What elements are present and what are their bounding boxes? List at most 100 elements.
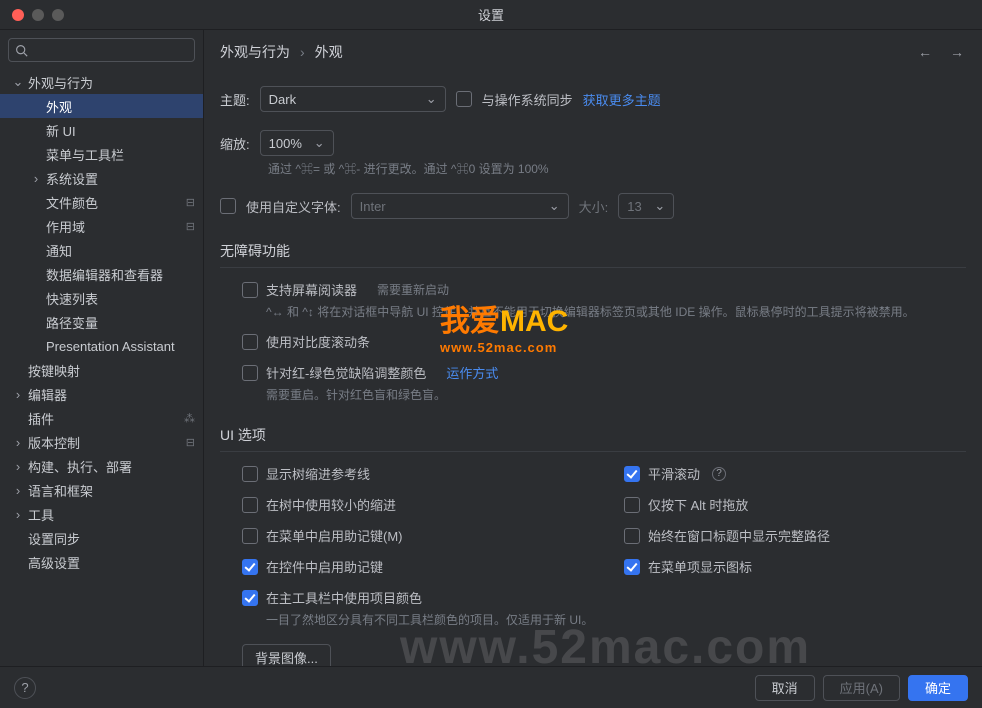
- sidebar-item[interactable]: ›系统设置: [0, 166, 203, 190]
- sidebar-item[interactable]: 菜单与工具栏: [0, 142, 203, 166]
- option-label: 在控件中启用助记键: [266, 557, 383, 576]
- screen-reader-checkbox[interactable]: [242, 282, 258, 298]
- sidebar-item[interactable]: ›工具: [0, 502, 203, 526]
- sidebar-item[interactable]: 文件颜色 ⊟: [0, 190, 203, 214]
- sidebar-item[interactable]: Presentation Assistant: [0, 334, 203, 358]
- font-size-select[interactable]: 13 ⌄: [618, 193, 674, 219]
- sidebar-item[interactable]: 通知: [0, 238, 203, 262]
- option-checkbox[interactable]: [242, 559, 258, 575]
- custom-font-checkbox[interactable]: [220, 198, 236, 214]
- option-checkbox[interactable]: [624, 528, 640, 544]
- how-it-works-link[interactable]: 运作方式: [446, 363, 498, 382]
- screen-reader-restart-hint: 需要重新启动: [377, 281, 449, 298]
- option-checkbox[interactable]: [242, 497, 258, 513]
- sidebar-item-label: 编辑器: [28, 385, 67, 404]
- footer: ? 取消 应用(A) 确定: [0, 666, 982, 708]
- sidebar-item[interactable]: ⌄外观与行为: [0, 70, 203, 94]
- option-label: 平滑滚动: [648, 464, 700, 483]
- sidebar-item[interactable]: 设置同步: [0, 526, 203, 550]
- sidebar-item-label: 通知: [46, 241, 72, 260]
- chevron-right-icon: ›: [28, 170, 44, 186]
- search-input[interactable]: [8, 38, 195, 62]
- option-checkbox[interactable]: [242, 590, 258, 606]
- sidebar-item[interactable]: ›版本控制⊟: [0, 430, 203, 454]
- sidebar-item[interactable]: 路径变量: [0, 310, 203, 334]
- chevron-down-icon: ⌄: [426, 91, 437, 107]
- theme-select[interactable]: Dark ⌄: [260, 86, 446, 112]
- sidebar-item-label: 快速列表: [46, 289, 98, 308]
- screen-reader-hint: ^↔ 和 ^↕ 将在对话框中导航 UI 控件，并且不能用于切换编辑器标签页或其他…: [266, 303, 966, 320]
- sidebar-item[interactable]: 按键映射: [0, 358, 203, 382]
- sidebar-item-label: 设置同步: [28, 529, 80, 548]
- sidebar-item[interactable]: 新 UI: [0, 118, 203, 142]
- sidebar-item[interactable]: ›编辑器: [0, 382, 203, 406]
- zoom-label: 缩放:: [220, 134, 250, 153]
- theme-label: 主题:: [220, 90, 250, 109]
- contrast-scroll-label: 使用对比度滚动条: [266, 332, 370, 351]
- sidebar-item[interactable]: 数据编辑器和查看器: [0, 262, 203, 286]
- window-title: 设置: [478, 5, 504, 24]
- breadcrumb: 外观与行为 › 外观 ← →: [204, 30, 982, 74]
- apply-button[interactable]: 应用(A): [823, 675, 900, 701]
- zoom-select[interactable]: 100% ⌄: [260, 130, 334, 156]
- sidebar-item-label: 高级设置: [28, 553, 80, 572]
- background-image-button[interactable]: 背景图像...: [242, 644, 331, 666]
- search-icon: [15, 44, 28, 57]
- cancel-button[interactable]: 取消: [755, 675, 815, 701]
- sidebar-item-label: 数据编辑器和查看器: [46, 265, 163, 284]
- option-checkbox[interactable]: [624, 497, 640, 513]
- option-label: 在菜单项显示图标: [648, 557, 752, 576]
- breadcrumb-sep: ›: [300, 44, 305, 60]
- option-label: 显示树缩进参考线: [266, 464, 370, 483]
- sidebar-item[interactable]: ›构建、执行、部署: [0, 454, 203, 478]
- minimize-window-button[interactable]: [32, 9, 44, 21]
- chevron-right-icon: ›: [10, 482, 26, 498]
- sidebar-item-label: 版本控制: [28, 433, 80, 452]
- sidebar-item[interactable]: ›语言和框架: [0, 478, 203, 502]
- chevron-right-icon: ›: [10, 506, 26, 522]
- back-button[interactable]: ←: [918, 44, 932, 60]
- contrast-scroll-checkbox[interactable]: [242, 334, 258, 350]
- vision-adjust-label: 针对红-绿色觉缺陷调整颜色: [266, 363, 426, 382]
- sidebar-item-label: 作用域: [46, 217, 85, 236]
- sidebar-item[interactable]: 作用域⊟: [0, 214, 203, 238]
- sidebar-item-label: 构建、执行、部署: [28, 457, 132, 476]
- vision-adjust-checkbox[interactable]: [242, 365, 258, 381]
- chevron-right-icon: ›: [10, 458, 26, 474]
- sidebar-item-label: 按键映射: [28, 361, 80, 380]
- zoom-window-button[interactable]: [52, 9, 64, 21]
- ok-button[interactable]: 确定: [908, 675, 968, 701]
- close-window-button[interactable]: [12, 9, 24, 21]
- zoom-hint: 通过 ^⌘= 或 ^⌘- 进行更改。通过 ^⌘0 设置为 100%: [268, 160, 966, 177]
- chevron-right-icon: ›: [10, 386, 26, 402]
- sync-os-label: 与操作系统同步: [482, 90, 573, 109]
- sidebar-item[interactable]: 快速列表: [0, 286, 203, 310]
- font-name-select[interactable]: Inter ⌄: [351, 193, 569, 219]
- sidebar-item-label: 新 UI: [46, 121, 76, 140]
- sidebar-item-label: 外观与行为: [28, 73, 93, 92]
- help-button[interactable]: ?: [14, 677, 36, 699]
- option-label: 在菜单中启用助记键(M): [266, 526, 403, 545]
- sidebar-item[interactable]: 插件⁂: [0, 406, 203, 430]
- scope-badge-icon: ⊟: [186, 196, 195, 209]
- option-checkbox[interactable]: [624, 466, 640, 482]
- option-label: 在主工具栏中使用项目颜色: [266, 588, 422, 607]
- option-label: 在树中使用较小的缩进: [266, 495, 396, 514]
- option-checkbox[interactable]: [242, 528, 258, 544]
- sync-os-checkbox[interactable]: [456, 91, 472, 107]
- traffic-lights: [12, 9, 64, 21]
- help-icon[interactable]: ?: [712, 467, 726, 481]
- breadcrumb-root[interactable]: 外观与行为: [220, 42, 290, 62]
- sidebar-item-label: 外观: [46, 97, 72, 116]
- sidebar-item-label: 文件颜色: [46, 193, 98, 212]
- sidebar-item[interactable]: 外观: [0, 94, 203, 118]
- a11y-heading: 无障碍功能: [220, 241, 966, 268]
- chevron-down-icon: ⌄: [10, 74, 26, 90]
- forward-button[interactable]: →: [950, 44, 964, 60]
- sidebar-item-label: 语言和框架: [28, 481, 93, 500]
- sidebar-item[interactable]: 高级设置: [0, 550, 203, 574]
- option-checkbox[interactable]: [624, 559, 640, 575]
- get-more-themes-link[interactable]: 获取更多主题: [583, 90, 661, 109]
- option-label: 始终在窗口标题中显示完整路径: [648, 526, 830, 545]
- option-checkbox[interactable]: [242, 466, 258, 482]
